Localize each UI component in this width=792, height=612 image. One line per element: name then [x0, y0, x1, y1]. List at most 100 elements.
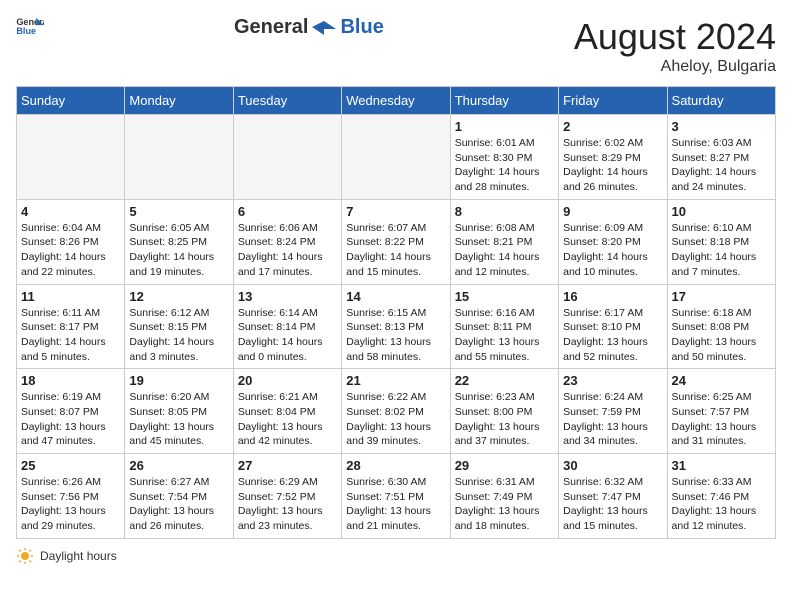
logo-general: General: [234, 16, 308, 39]
day-info: Sunrise: 6:03 AM Sunset: 8:27 PM Dayligh…: [672, 136, 771, 195]
day-info: Sunrise: 6:07 AM Sunset: 8:22 PM Dayligh…: [346, 221, 445, 280]
day-number: 29: [455, 458, 554, 473]
col-monday: Monday: [125, 87, 233, 115]
day-number: 13: [238, 289, 337, 304]
table-row: 5 Sunrise: 6:05 AM Sunset: 8:25 PM Daylig…: [125, 199, 233, 284]
table-row: 13 Sunrise: 6:14 AM Sunset: 8:14 PM Dayli…: [233, 284, 341, 369]
day-number: 11: [21, 289, 120, 304]
col-tuesday: Tuesday: [233, 87, 341, 115]
day-info: Sunrise: 6:30 AM Sunset: 7:51 PM Dayligh…: [346, 475, 445, 534]
daylight-label: Daylight hours: [40, 549, 117, 563]
table-row: 1Sunrise: 6:01 AM Sunset: 8:30 PM Daylig…: [450, 115, 558, 200]
table-row: 3 Sunrise: 6:03 AM Sunset: 8:27 PM Daylig…: [667, 115, 775, 200]
day-number: 20: [238, 373, 337, 388]
day-info: Sunrise: 6:31 AM Sunset: 7:49 PM Dayligh…: [455, 475, 554, 534]
day-number: 25: [21, 458, 120, 473]
table-row: 30 Sunrise: 6:32 AM Sunset: 7:47 PM Dayli…: [559, 454, 667, 539]
table-row: 12Sunrise: 6:12 AM Sunset: 8:15 PM Dayli…: [125, 284, 233, 369]
table-row: 14 Sunrise: 6:15 AM Sunset: 8:13 PM Dayli…: [342, 284, 450, 369]
table-row: 27 Sunrise: 6:29 AM Sunset: 7:52 PM Dayli…: [233, 454, 341, 539]
calendar-header-row: Sunday Monday Tuesday Wednesday Thursday…: [17, 87, 776, 115]
day-info: Sunrise: 6:32 AM Sunset: 7:47 PM Dayligh…: [563, 475, 662, 534]
title-area: August 2024 Aheloy, Bulgaria: [574, 16, 776, 76]
calendar-week-5: 25 Sunrise: 6:26 AM Sunset: 7:56 PM Dayli…: [17, 454, 776, 539]
table-row: 16Sunrise: 6:17 AM Sunset: 8:10 PM Dayli…: [559, 284, 667, 369]
day-number: 8: [455, 204, 554, 219]
table-row: 24Sunrise: 6:25 AM Sunset: 7:57 PM Dayli…: [667, 369, 775, 454]
day-number: 5: [129, 204, 228, 219]
col-wednesday: Wednesday: [342, 87, 450, 115]
day-info: Sunrise: 6:10 AM Sunset: 8:18 PM Dayligh…: [672, 221, 771, 280]
day-number: 14: [346, 289, 445, 304]
logo-bird-icon: [312, 19, 336, 37]
day-number: 27: [238, 458, 337, 473]
table-row: 25 Sunrise: 6:26 AM Sunset: 7:56 PM Dayli…: [17, 454, 125, 539]
table-row: 23 Sunrise: 6:24 AM Sunset: 7:59 PM Dayli…: [559, 369, 667, 454]
col-saturday: Saturday: [667, 87, 775, 115]
calendar-week-1: 1Sunrise: 6:01 AM Sunset: 8:30 PM Daylig…: [17, 115, 776, 200]
day-info: Sunrise: 6:20 AM Sunset: 8:05 PM Dayligh…: [129, 390, 228, 449]
day-number: 3: [672, 119, 771, 134]
day-number: 4: [21, 204, 120, 219]
day-number: 7: [346, 204, 445, 219]
day-info: Sunrise: 6:08 AM Sunset: 8:21 PM Dayligh…: [455, 221, 554, 280]
day-info: Sunrise: 6:27 AM Sunset: 7:54 PM Dayligh…: [129, 475, 228, 534]
svg-text:Blue: Blue: [16, 26, 36, 36]
table-row: [342, 115, 450, 200]
day-number: 17: [672, 289, 771, 304]
calendar-week-4: 18 Sunrise: 6:19 AM Sunset: 8:07 PM Dayli…: [17, 369, 776, 454]
table-row: 21 Sunrise: 6:22 AM Sunset: 8:02 PM Dayli…: [342, 369, 450, 454]
col-sunday: Sunday: [17, 87, 125, 115]
day-info: Sunrise: 6:15 AM Sunset: 8:13 PM Dayligh…: [346, 306, 445, 365]
day-info: Sunrise: 6:04 AM Sunset: 8:26 PM Dayligh…: [21, 221, 120, 280]
day-info: Sunrise: 6:33 AM Sunset: 7:46 PM Dayligh…: [672, 475, 771, 534]
table-row: 26 Sunrise: 6:27 AM Sunset: 7:54 PM Dayli…: [125, 454, 233, 539]
table-row: 11 Sunrise: 6:11 AM Sunset: 8:17 PM Dayli…: [17, 284, 125, 369]
day-number: 30: [563, 458, 662, 473]
logo: General Blue: [16, 16, 44, 36]
day-number: 19: [129, 373, 228, 388]
day-info: Sunrise: 6:23 AM Sunset: 8:00 PM Dayligh…: [455, 390, 554, 449]
header: General Blue General Blue August 2024 Ah…: [16, 16, 776, 76]
day-info: Sunrise: 6:29 AM Sunset: 7:52 PM Dayligh…: [238, 475, 337, 534]
day-info: Sunrise: 6:22 AM Sunset: 8:02 PM Dayligh…: [346, 390, 445, 449]
sun-icon: [16, 547, 34, 565]
day-number: 22: [455, 373, 554, 388]
day-number: 18: [21, 373, 120, 388]
day-info: Sunrise: 6:19 AM Sunset: 8:07 PM Dayligh…: [21, 390, 120, 449]
logo-blue: Blue: [340, 16, 383, 39]
day-info: Sunrise: 6:05 AM Sunset: 8:25 PM Dayligh…: [129, 221, 228, 280]
day-number: 1: [455, 119, 554, 134]
table-row: 6 Sunrise: 6:06 AM Sunset: 8:24 PM Daylig…: [233, 199, 341, 284]
day-number: 31: [672, 458, 771, 473]
day-info: Sunrise: 6:26 AM Sunset: 7:56 PM Dayligh…: [21, 475, 120, 534]
calendar-week-3: 11 Sunrise: 6:11 AM Sunset: 8:17 PM Dayli…: [17, 284, 776, 369]
day-info: Sunrise: 6:14 AM Sunset: 8:14 PM Dayligh…: [238, 306, 337, 365]
table-row: 8 Sunrise: 6:08 AM Sunset: 8:21 PM Daylig…: [450, 199, 558, 284]
day-number: 6: [238, 204, 337, 219]
location: Aheloy, Bulgaria: [574, 58, 776, 76]
table-row: 10Sunrise: 6:10 AM Sunset: 8:18 PM Dayli…: [667, 199, 775, 284]
day-info: Sunrise: 6:02 AM Sunset: 8:29 PM Dayligh…: [563, 136, 662, 195]
day-info: Sunrise: 6:06 AM Sunset: 8:24 PM Dayligh…: [238, 221, 337, 280]
table-row: [17, 115, 125, 200]
day-info: Sunrise: 6:17 AM Sunset: 8:10 PM Dayligh…: [563, 306, 662, 365]
day-number: 23: [563, 373, 662, 388]
table-row: 28 Sunrise: 6:30 AM Sunset: 7:51 PM Dayli…: [342, 454, 450, 539]
table-row: 19 Sunrise: 6:20 AM Sunset: 8:05 PM Dayli…: [125, 369, 233, 454]
day-number: 28: [346, 458, 445, 473]
day-info: Sunrise: 6:09 AM Sunset: 8:20 PM Dayligh…: [563, 221, 662, 280]
table-row: 22 Sunrise: 6:23 AM Sunset: 8:00 PM Dayli…: [450, 369, 558, 454]
logo-text-area: General Blue: [234, 16, 384, 39]
logo-icon: General Blue: [16, 16, 44, 36]
day-info: Sunrise: 6:18 AM Sunset: 8:08 PM Dayligh…: [672, 306, 771, 365]
day-number: 26: [129, 458, 228, 473]
day-number: 15: [455, 289, 554, 304]
day-info: Sunrise: 6:11 AM Sunset: 8:17 PM Dayligh…: [21, 306, 120, 365]
day-number: 21: [346, 373, 445, 388]
day-info: Sunrise: 6:21 AM Sunset: 8:04 PM Dayligh…: [238, 390, 337, 449]
calendar-week-2: 4 Sunrise: 6:04 AM Sunset: 8:26 PM Daylig…: [17, 199, 776, 284]
day-info: Sunrise: 6:24 AM Sunset: 7:59 PM Dayligh…: [563, 390, 662, 449]
day-info: Sunrise: 6:25 AM Sunset: 7:57 PM Dayligh…: [672, 390, 771, 449]
table-row: 20 Sunrise: 6:21 AM Sunset: 8:04 PM Dayli…: [233, 369, 341, 454]
